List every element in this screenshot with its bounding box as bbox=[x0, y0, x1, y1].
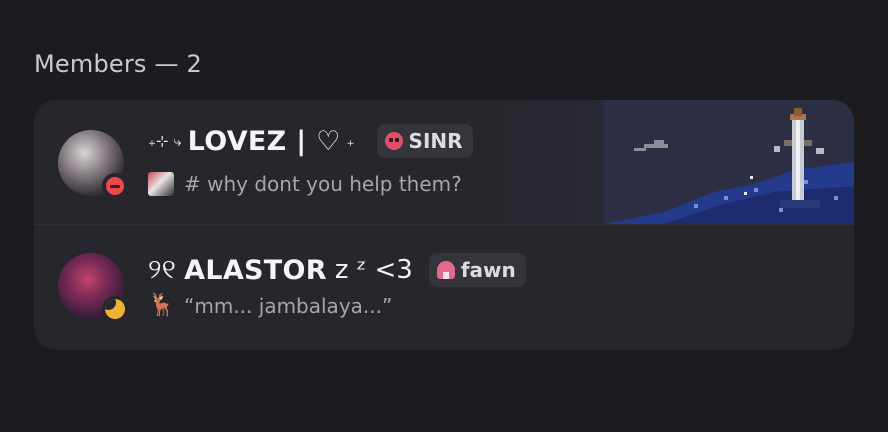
name-decoration-suffix: ₊ bbox=[346, 132, 355, 150]
custom-status: 🦌 “mm... jambalaya...” bbox=[148, 293, 393, 319]
mushroom-icon bbox=[436, 261, 455, 279]
member-username[interactable]: ALASTOR bbox=[184, 255, 327, 286]
custom-status-text: # why dont you help them? bbox=[184, 172, 462, 196]
anime-emoji-icon bbox=[148, 172, 174, 196]
members-list: ₊⊹ ⤷ LOVEZ | ♡ ₊ SINR # why dont you hel… bbox=[34, 100, 854, 350]
member-name-line: ୨୧ ALASTOR z ᶻ <3 fawn bbox=[148, 253, 526, 287]
server-tag-label: SINR bbox=[408, 129, 463, 153]
skull-icon bbox=[384, 132, 403, 150]
deer-emoji-icon: 🦌 bbox=[148, 293, 176, 318]
profile-banner-scene bbox=[604, 100, 854, 224]
name-decoration-prefix: ₊⊹ ⤷ bbox=[148, 132, 182, 150]
member-row-lovez[interactable]: ₊⊹ ⤷ LOVEZ | ♡ ₊ SINR # why dont you hel… bbox=[34, 100, 854, 225]
server-tag-label: fawn bbox=[460, 258, 516, 282]
custom-status-text: “mm... jambalaya...” bbox=[184, 294, 393, 318]
presence-idle-icon bbox=[102, 296, 128, 322]
members-section-header: Members — 2 bbox=[34, 50, 202, 78]
custom-status: # why dont you help them? bbox=[148, 172, 462, 196]
server-tag-badge[interactable]: fawn bbox=[428, 253, 526, 287]
name-decoration-prefix: ୨୧ bbox=[148, 254, 177, 285]
name-decoration-suffix: z ᶻ <3 bbox=[334, 255, 413, 285]
server-tag-badge[interactable]: SINR bbox=[376, 124, 473, 158]
member-username[interactable]: LOVEZ | ♡ bbox=[188, 126, 341, 157]
member-name-line: ₊⊹ ⤷ LOVEZ | ♡ ₊ SINR bbox=[148, 124, 473, 158]
presence-dnd-icon bbox=[102, 173, 128, 199]
member-row-alastor[interactable]: ୨୧ ALASTOR z ᶻ <3 fawn 🦌 “mm... jambalay… bbox=[34, 225, 854, 350]
